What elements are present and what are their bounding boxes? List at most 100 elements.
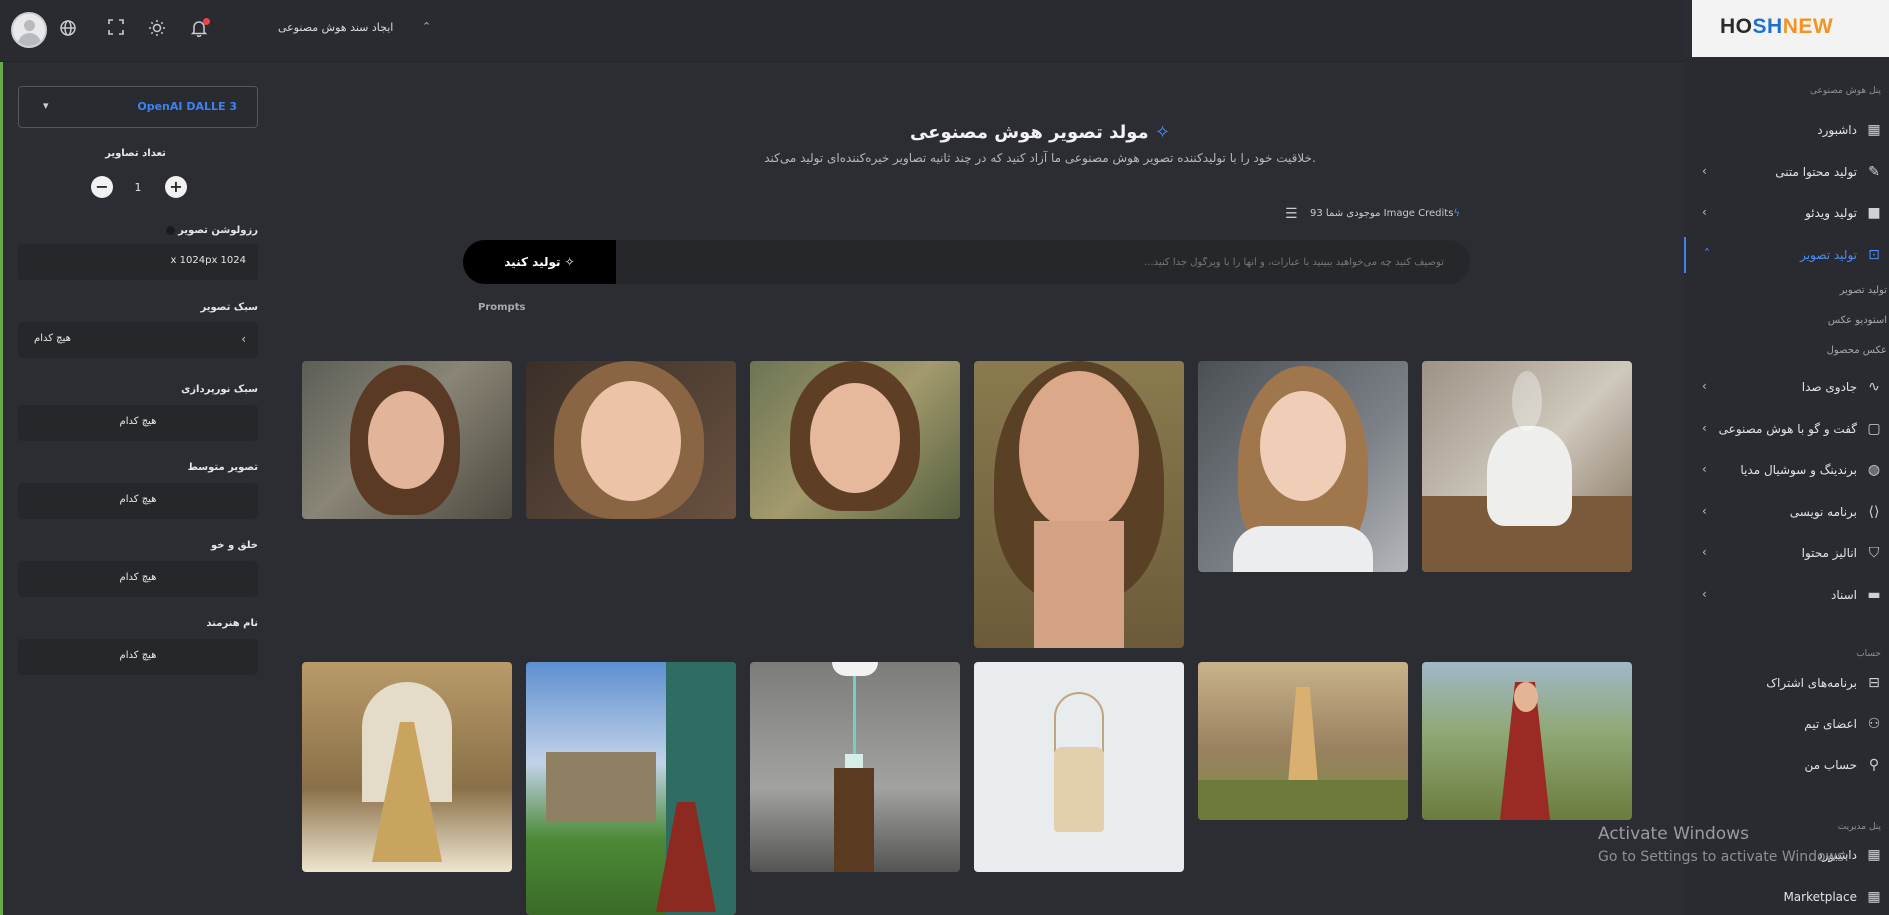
sidebar-subitem-image[interactable]: تولید تصویر bbox=[1840, 285, 1887, 296]
lighting-select[interactable]: هیچ کدام bbox=[18, 405, 258, 441]
resolution-value: 1024 x 1024px bbox=[170, 255, 246, 266]
gallery-image[interactable] bbox=[974, 662, 1184, 872]
gallery-image[interactable] bbox=[302, 662, 512, 872]
generate-button[interactable]: تولید کنید ✧ bbox=[463, 240, 616, 284]
mood-value: هیچ کدام bbox=[119, 572, 157, 583]
sidebar-item-voice[interactable]: ‹ ∿ جادوی صدا bbox=[1684, 369, 1889, 405]
gallery-image[interactable] bbox=[1422, 662, 1632, 820]
avatar[interactable] bbox=[11, 12, 47, 48]
sidebar-subitem-photo-studio[interactable]: استودیو عکس bbox=[1828, 315, 1887, 326]
logo-text-sh: SH bbox=[1752, 15, 1783, 38]
sidebar-item-text-content[interactable]: ‹ ✎ تولید محتوا متنی bbox=[1684, 154, 1889, 190]
logo-text-ho: HO bbox=[1720, 15, 1753, 38]
logo[interactable]: HOSHNEW bbox=[1692, 0, 1889, 57]
sidebar-item-programming[interactable]: ‹ ⟨⟩ برنامه نویسی bbox=[1684, 494, 1889, 530]
bolt-icon: ϟ bbox=[1453, 208, 1461, 219]
sidebar-item-label: برنامه نویسی bbox=[1789, 505, 1857, 519]
sidebar-item-documents[interactable]: ‹ ▬ اسناد bbox=[1684, 577, 1889, 613]
prompts-tab[interactable]: Prompts bbox=[478, 302, 525, 313]
sidebar-item-label: حساب من bbox=[1804, 758, 1857, 772]
user-icon: ⚲ bbox=[1868, 757, 1880, 773]
increment-button[interactable]: + bbox=[165, 176, 187, 198]
pencil-icon: ✎ bbox=[1868, 164, 1880, 180]
model-select[interactable]: ▾ OpenAI DALLE 3 bbox=[18, 86, 258, 128]
image-count-value[interactable]: 1 bbox=[128, 181, 148, 194]
gallery-image[interactable] bbox=[750, 662, 960, 872]
chevron-up-icon: ˄ bbox=[1704, 247, 1710, 261]
sidebar-item-subscriptions[interactable]: ⊟ برنامه‌های اشتراک bbox=[1684, 665, 1889, 701]
gallery-image[interactable] bbox=[974, 361, 1184, 648]
help-icon[interactable] bbox=[166, 225, 176, 235]
gallery-image[interactable] bbox=[750, 361, 960, 519]
sidebar-item-dashboard[interactable]: ▦ داشبورد bbox=[1684, 112, 1889, 148]
gallery-image[interactable] bbox=[302, 361, 512, 519]
sidebar-item-marketplace[interactable]: ▦ Marketplace bbox=[1684, 879, 1889, 915]
sidebar-item-label: اسناد bbox=[1830, 588, 1857, 602]
style-select[interactable]: ‹ هیچ کدام bbox=[18, 322, 258, 358]
artist-label: نام هنرمند bbox=[206, 618, 258, 629]
chevron-up-icon[interactable]: ⌃ bbox=[422, 20, 431, 33]
grid-icon: ▦ bbox=[1867, 889, 1881, 905]
dashboard-icon: ▦ bbox=[1867, 122, 1881, 138]
sidebar-item-label: داشبورد bbox=[1817, 123, 1857, 137]
sidebar-subitem-product-photo[interactable]: عکس محصول bbox=[1827, 345, 1887, 356]
mood-select[interactable]: هیچ کدام bbox=[18, 561, 258, 597]
resolution-select[interactable]: 1024 x 1024px bbox=[18, 244, 258, 280]
globe-icon[interactable] bbox=[58, 19, 78, 39]
medium-value: هیچ کدام bbox=[119, 494, 157, 505]
decrement-button[interactable]: − bbox=[91, 176, 113, 198]
top-bar: ایجاد سند هوش مصنوعی ⌃ bbox=[0, 0, 1684, 62]
image-icon: ⊡ bbox=[1868, 247, 1880, 263]
prompt-bar: تولید کنید ✧ bbox=[463, 240, 1470, 284]
chevron-left-icon: ‹ bbox=[1702, 587, 1707, 601]
style-label: سبک تصویر bbox=[200, 302, 259, 313]
chevron-left-icon: ‹ bbox=[1702, 379, 1707, 393]
sidebar-item-label: Marketplace bbox=[1783, 890, 1857, 904]
team-icon: ⚇ bbox=[1867, 716, 1881, 732]
sidebar-item-chat[interactable]: ‹ ▢ گفت و گو با هوش مصنوعی bbox=[1684, 411, 1889, 447]
mood-label: خلق و خو bbox=[211, 540, 258, 551]
artist-value: هیچ کدام bbox=[119, 650, 157, 661]
activate-windows-title: Activate Windows bbox=[1598, 824, 1749, 844]
notification-dot bbox=[203, 18, 210, 25]
sidebar-item-label: تولید تصویر bbox=[1800, 248, 1857, 262]
fullscreen-icon[interactable] bbox=[106, 19, 126, 39]
chat-icon: ▢ bbox=[1867, 421, 1881, 437]
waveform-icon: ∿ bbox=[1868, 379, 1880, 395]
image-count-label: تعداد تصاویر bbox=[105, 148, 166, 159]
lighting-label: سبک نورپردازی bbox=[181, 384, 258, 395]
artist-select[interactable]: هیچ کدام bbox=[18, 639, 258, 675]
prompt-input[interactable] bbox=[626, 240, 1456, 284]
chevron-left-icon: ‹ bbox=[241, 332, 246, 346]
magic-wand-icon: ✧ bbox=[1154, 122, 1171, 143]
sidebar-item-image[interactable]: ˄ ⊡ تولید تصویر bbox=[1684, 237, 1889, 273]
gallery-image[interactable] bbox=[526, 361, 736, 519]
sidebar-item-branding[interactable]: ‹ ◍ برندینگ و سوشیال مدیا bbox=[1684, 452, 1889, 488]
gallery-image[interactable] bbox=[1198, 662, 1408, 820]
gallery-image[interactable] bbox=[526, 662, 736, 915]
sun-icon[interactable] bbox=[147, 19, 167, 39]
subscription-icon: ⊟ bbox=[1868, 675, 1880, 691]
page-heading: مولد تصویر هوش مصنوعی ✧ bbox=[909, 122, 1171, 143]
sidebar-section-admin: پنل مدیریت bbox=[1837, 822, 1881, 832]
gallery-image[interactable] bbox=[1422, 361, 1632, 572]
chevron-left-icon: ‹ bbox=[1702, 504, 1707, 518]
folder-icon: ▬ bbox=[1867, 587, 1881, 603]
bell-icon[interactable] bbox=[189, 18, 210, 39]
settings-sliders-icon[interactable]: ☰ bbox=[1285, 206, 1298, 222]
palette-icon: ◍ bbox=[1867, 462, 1881, 478]
sidebar-item-label: جادوی صدا bbox=[1801, 380, 1857, 394]
sidebar-item-video[interactable]: ‹ ■ تولید ویدئو bbox=[1684, 195, 1889, 231]
sidebar-item-label: انالیز محتوا bbox=[1801, 546, 1857, 560]
sidebar-item-label: برندینگ و سوشیال مدیا bbox=[1740, 463, 1857, 477]
chevron-left-icon: ‹ bbox=[1702, 205, 1707, 219]
medium-select[interactable]: هیچ کدام bbox=[18, 483, 258, 519]
shield-icon: ⛉ bbox=[1868, 545, 1880, 561]
dashboard-icon: ▦ bbox=[1867, 847, 1881, 863]
resolution-label: رزولوشن تصویر bbox=[166, 225, 258, 236]
sidebar-item-analysis[interactable]: ‹ ⛉ انالیز محتوا bbox=[1684, 535, 1889, 571]
sidebar-item-my-account[interactable]: ⚲ حساب من bbox=[1684, 747, 1889, 783]
gallery-image[interactable] bbox=[1198, 361, 1408, 572]
sidebar-item-team[interactable]: ⚇ اعضای تیم bbox=[1684, 706, 1889, 742]
page-subtitle: خلاقیت خود را با تولیدکننده تصویر هوش مص… bbox=[764, 151, 1316, 165]
